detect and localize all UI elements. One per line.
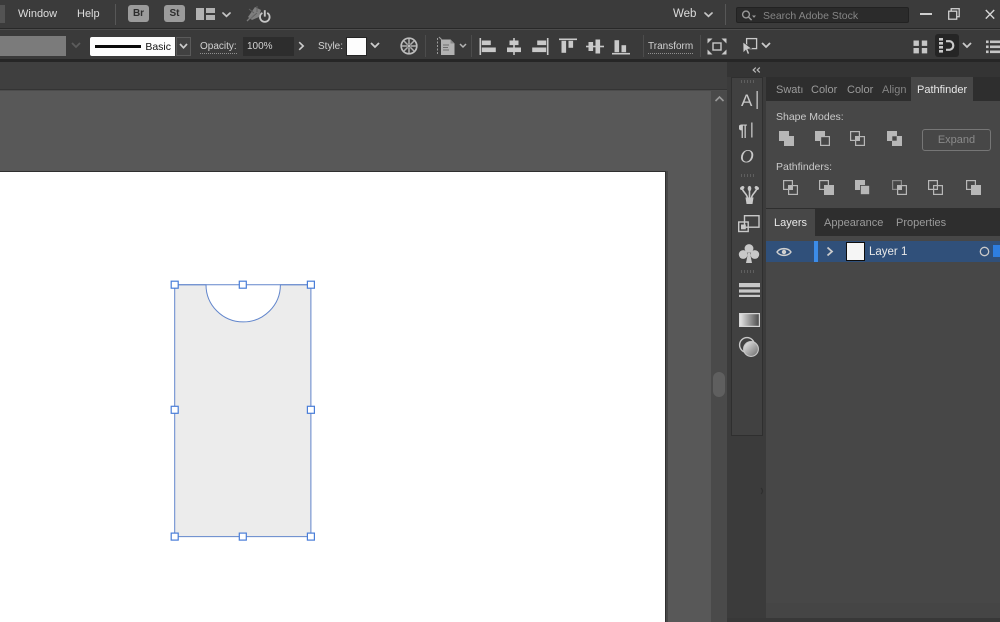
svg-text:O: O: [740, 147, 754, 165]
svg-text:¶: ¶: [739, 122, 747, 138]
svg-text:A: A: [741, 91, 753, 109]
